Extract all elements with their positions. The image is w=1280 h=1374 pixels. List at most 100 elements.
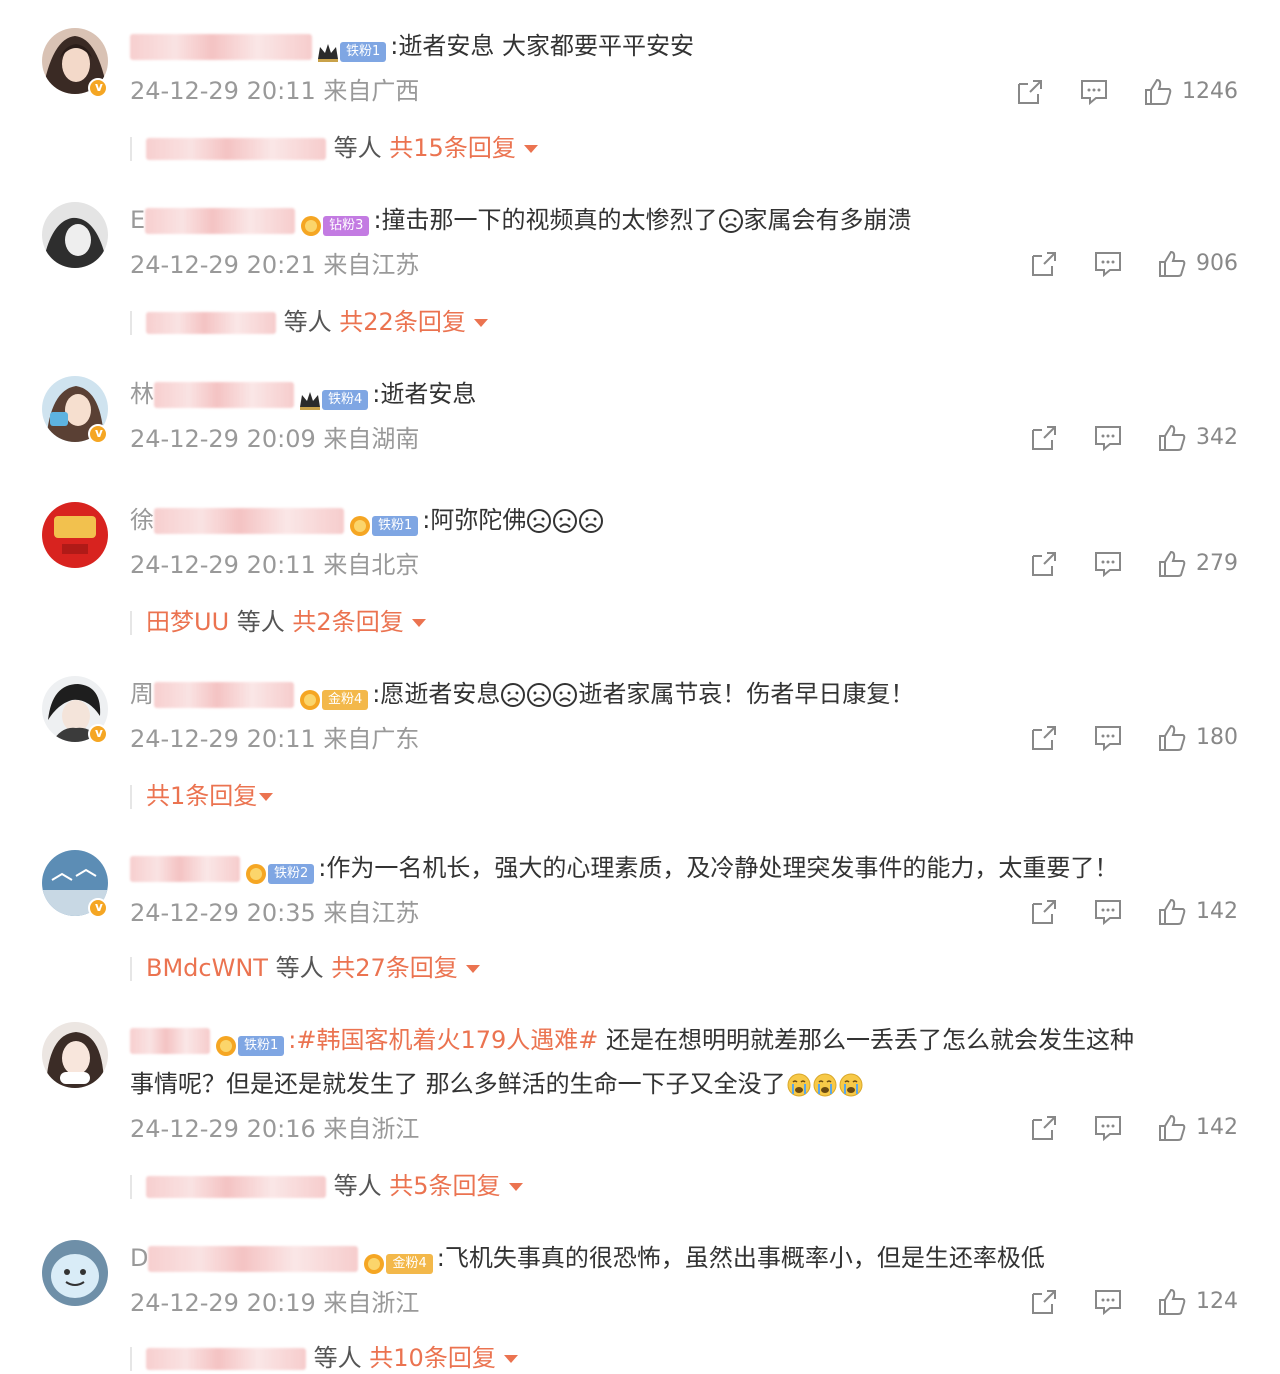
fan-badge-label: 铁粉1	[340, 42, 387, 62]
chevron-down-icon[interactable]	[473, 319, 488, 327]
reply-count[interactable]: 共10条回复	[369, 1344, 496, 1372]
username-initial[interactable]: 周	[130, 680, 154, 708]
reply-user[interactable]	[146, 312, 276, 334]
chevron-down-icon[interactable]	[259, 793, 274, 801]
like-icon[interactable]	[1156, 896, 1188, 928]
comment-icon[interactable]	[1092, 1112, 1124, 1144]
fan-badge-label: 铁粉1	[238, 1036, 285, 1056]
chevron-down-icon[interactable]	[411, 619, 426, 627]
share-icon[interactable]	[1028, 548, 1060, 580]
username[interactable]	[145, 208, 296, 234]
reply-summary[interactable]: 等人 共10条回复	[130, 1342, 518, 1374]
reply-summary[interactable]: 等人 共15条回复	[130, 132, 538, 164]
reply-count[interactable]: 共15条回复	[389, 134, 516, 162]
comment-icon[interactable]	[1092, 896, 1124, 928]
username[interactable]	[154, 682, 294, 708]
timestamp: 24-12-29 20:16	[130, 1115, 316, 1143]
reply-user[interactable]	[146, 138, 326, 160]
like-icon[interactable]	[1156, 1112, 1188, 1144]
share-icon[interactable]	[1028, 1286, 1060, 1318]
like-count: 279	[1196, 551, 1238, 576]
like-icon[interactable]	[1156, 722, 1188, 754]
share-icon[interactable]	[1014, 76, 1046, 108]
reply-count[interactable]: 共1条回复	[146, 782, 257, 810]
fan-badge: 铁粉1	[214, 1029, 285, 1056]
chevron-down-icon[interactable]	[503, 1355, 518, 1363]
share-icon[interactable]	[1028, 896, 1060, 928]
reply-user[interactable]: 田梦UU	[146, 608, 229, 636]
chevron-down-icon[interactable]	[523, 145, 538, 153]
comment-icon[interactable]	[1078, 76, 1110, 108]
verified-badge-icon	[88, 78, 108, 98]
comment-meta: 24-12-29 20:35 来自江苏	[130, 898, 419, 928]
reply-count[interactable]: 共27条回复	[331, 954, 458, 982]
comment-actions: 124	[1010, 1286, 1250, 1318]
share-icon[interactable]	[1028, 1112, 1060, 1144]
avatar[interactable]	[42, 202, 108, 268]
like-icon[interactable]	[1156, 422, 1188, 454]
divider	[130, 311, 132, 335]
reply-mid: 等人	[236, 608, 285, 636]
fan-badge: 铁粉1	[348, 509, 419, 536]
share-icon[interactable]	[1028, 422, 1060, 454]
username[interactable]	[154, 508, 344, 534]
username[interactable]	[148, 1246, 359, 1272]
comment-line: D 金粉4:飞机失事真的很恐怖，虽然出事概率小，但是生还率极低	[130, 1242, 1045, 1274]
username[interactable]	[154, 382, 294, 408]
like-icon[interactable]	[1156, 548, 1188, 580]
reply-summary[interactable]: 田梦UU 等人 共2条回复	[130, 606, 426, 638]
comment-meta: 24-12-29 20:11 来自北京	[130, 550, 419, 580]
comment-icon[interactable]	[1092, 548, 1124, 580]
username[interactable]	[130, 34, 312, 60]
location: 来自江苏	[323, 899, 420, 927]
comment-text-2: 事情呢？但是还是就发生了 那么多鲜活的生命一下子又全没了	[130, 1070, 786, 1098]
chevron-down-icon[interactable]	[508, 1183, 523, 1191]
chevron-down-icon[interactable]	[465, 965, 480, 973]
comment-actions: 142	[1010, 896, 1250, 928]
comment-icon[interactable]	[1092, 1286, 1124, 1318]
reply-user[interactable]	[146, 1348, 306, 1370]
comment-line: 周 金粉4:愿逝者安息 逝者家属节哀！伤者早日康复！	[130, 678, 914, 710]
share-icon[interactable]	[1028, 722, 1060, 754]
reply-count[interactable]: 共22条回复	[339, 308, 466, 336]
username-initial[interactable]: 徐	[130, 506, 154, 534]
username-initial[interactable]: 林	[130, 380, 154, 408]
location: 来自江苏	[323, 251, 420, 279]
verified-badge-icon	[88, 898, 108, 918]
share-icon[interactable]	[1028, 248, 1060, 280]
reply-mid: 等人	[313, 1344, 362, 1372]
avatar[interactable]	[42, 1240, 108, 1306]
username-initial[interactable]: E	[130, 206, 145, 234]
reply-count[interactable]: 共2条回复	[292, 608, 403, 636]
comment-icon[interactable]	[1092, 722, 1124, 754]
like-icon[interactable]	[1156, 248, 1188, 280]
reply-summary[interactable]: 共1条回复	[130, 780, 274, 812]
crying-emoji-icon	[839, 1073, 863, 1097]
comment-actions: 1246	[1010, 76, 1250, 108]
crown-icon	[300, 392, 320, 410]
crown-icon	[318, 44, 338, 62]
comment-icon[interactable]	[1092, 248, 1124, 280]
reply-user[interactable]: BMdcWNT	[146, 954, 268, 982]
hashtag-link[interactable]: :#韩国客机着火179人遇难#	[288, 1026, 598, 1054]
reply-summary[interactable]: BMdcWNT 等人 共27条回复	[130, 952, 480, 984]
comment-text: :阿弥陀佛	[422, 506, 527, 534]
avatar[interactable]	[42, 502, 108, 568]
comment-icon[interactable]	[1092, 422, 1124, 454]
like-icon[interactable]	[1142, 76, 1174, 108]
username-initial[interactable]: D	[130, 1244, 148, 1272]
comment-text: :撞击那一下的视频真的太惨烈了	[373, 206, 718, 234]
reply-summary[interactable]: 等人 共22条回复	[130, 306, 488, 338]
username[interactable]	[130, 856, 240, 882]
reply-user[interactable]	[146, 1176, 326, 1198]
username[interactable]	[130, 1028, 210, 1054]
fan-avatar-icon	[246, 864, 266, 884]
reply-mid: 等人	[333, 1172, 382, 1200]
reply-summary[interactable]: 等人 共5条回复	[130, 1170, 523, 1202]
sad-emoji-icon	[501, 683, 526, 707]
avatar[interactable]	[42, 1022, 108, 1088]
reply-count[interactable]: 共5条回复	[389, 1172, 500, 1200]
sad-emoji-icon	[553, 509, 578, 533]
fan-avatar-icon	[350, 516, 370, 536]
like-icon[interactable]	[1156, 1286, 1188, 1318]
